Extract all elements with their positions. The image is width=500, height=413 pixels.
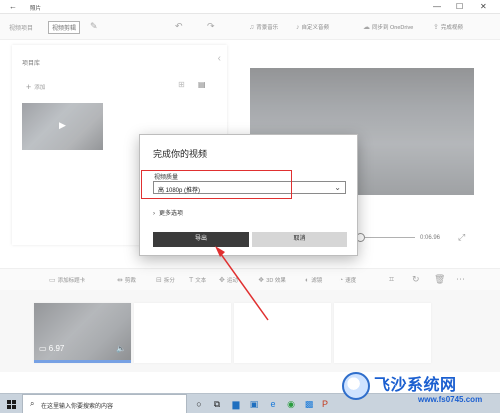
watermark-brand: 飞沙系统网 bbox=[374, 377, 457, 394]
close-button[interactable]: ✕ bbox=[480, 2, 487, 11]
watermark-logo-icon bbox=[342, 372, 370, 400]
annotation-highlight-box bbox=[141, 170, 292, 199]
export-button[interactable]: 导出 bbox=[153, 232, 249, 247]
minimize-button[interactable]: — bbox=[433, 2, 441, 11]
file-explorer-icon[interactable]: ▆ bbox=[229, 397, 243, 411]
powerpoint-icon[interactable]: P bbox=[318, 397, 332, 411]
search-placeholder: 在这里输入你要搜索的内容 bbox=[41, 404, 114, 410]
store-icon[interactable]: ▣ bbox=[247, 397, 261, 411]
chevron-right-icon: › bbox=[153, 211, 155, 217]
edge-icon[interactable]: e bbox=[266, 397, 280, 411]
more-options-toggle[interactable]: › 更多选项 bbox=[153, 208, 183, 217]
cancel-button[interactable]: 取消 bbox=[252, 232, 347, 247]
back-arrow-icon[interactable]: ← bbox=[9, 2, 17, 11]
maximize-button[interactable]: ☐ bbox=[456, 2, 463, 11]
search-icon: ⌕ bbox=[30, 399, 35, 408]
photos-icon[interactable]: ▩ bbox=[302, 397, 316, 411]
app-title: 照片 bbox=[30, 6, 42, 12]
wechat-icon[interactable]: ◉ bbox=[284, 397, 298, 411]
start-windows-icon[interactable] bbox=[0, 394, 22, 413]
task-view-icon[interactable]: ⧉ bbox=[210, 397, 224, 411]
cortana-icon[interactable]: ○ bbox=[192, 397, 206, 411]
watermark-url: www.fs0745.com bbox=[418, 395, 483, 404]
chevron-down-icon: ⌄ bbox=[334, 183, 341, 192]
taskbar-search-box[interactable]: ⌕ 在这里输入你要搜索的内容 bbox=[22, 394, 187, 413]
title-bar: ← 照片 — ☐ ✕ bbox=[0, 0, 500, 14]
site-watermark: 飞沙系统网 www.fs0745.com bbox=[340, 368, 500, 413]
dialog-title: 完成你的视频 bbox=[153, 149, 208, 159]
